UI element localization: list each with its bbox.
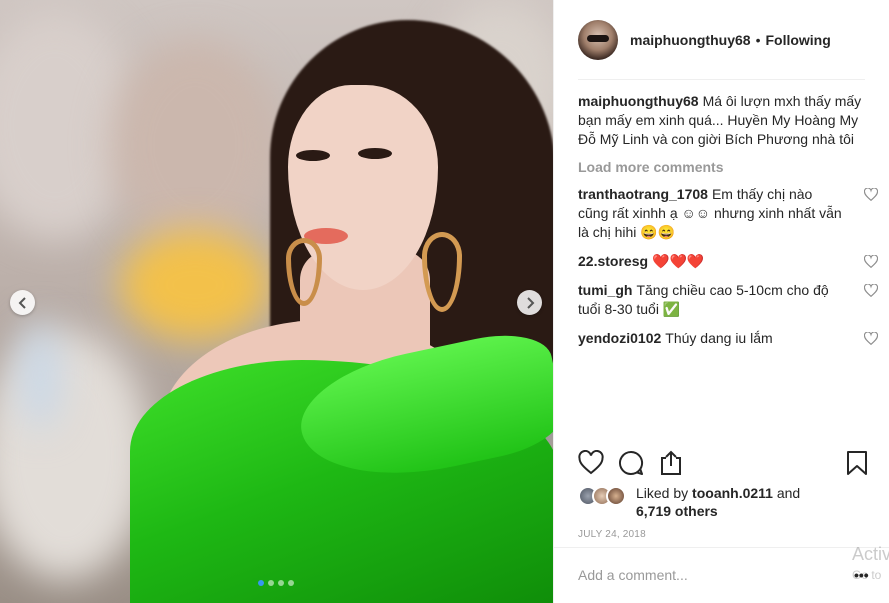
comments-list: maiphuongthuy68 Má ôi lượn mxh thấy mấy b… <box>578 92 878 348</box>
comment-username[interactable]: 22.storesg <box>578 253 648 269</box>
post-caption: maiphuongthuy68 Má ôi lượn mxh thấy mấy b… <box>578 92 868 149</box>
subject-eye <box>296 150 330 161</box>
previous-image-button[interactable] <box>10 290 35 315</box>
background-blur <box>110 40 280 250</box>
instagram-post: maiphuongthuy68 • Following maiphuongthu… <box>0 0 889 603</box>
divider <box>578 79 865 80</box>
heart-icon[interactable] <box>578 450 604 476</box>
likes-summary: Liked by tooanh.0211 and 6,719 others <box>578 484 868 520</box>
comment-username[interactable]: yendozi0102 <box>578 330 661 346</box>
background-blur <box>120 230 270 340</box>
chevron-right-icon <box>526 296 534 309</box>
liker-avatars <box>578 484 631 506</box>
caption-username[interactable]: maiphuongthuy68 <box>578 93 699 109</box>
more-options-button[interactable]: ••• <box>854 567 869 583</box>
likes-conj: and <box>776 485 801 501</box>
avatar[interactable] <box>578 20 618 60</box>
carousel-indicator <box>258 580 294 586</box>
background-bottle <box>20 320 60 430</box>
post-header: maiphuongthuy68 • Following <box>554 0 889 80</box>
next-image-button[interactable] <box>517 290 542 315</box>
carousel-dot <box>268 580 274 586</box>
carousel-dot <box>278 580 284 586</box>
carousel-dot <box>288 580 294 586</box>
post-sidebar: maiphuongthuy68 • Following maiphuongthu… <box>553 0 889 603</box>
heart-icon[interactable] <box>864 255 878 268</box>
comment-username[interactable]: tumi_gh <box>578 282 632 298</box>
add-comment-input[interactable]: Add a comment... <box>578 567 688 583</box>
share-icon[interactable] <box>658 450 684 476</box>
comment-item: tumi_gh Tăng chiều cao 5-10cm cho độ tuổi… <box>578 281 878 319</box>
activation-watermark: Activ <box>852 544 889 564</box>
carousel-dot <box>258 580 264 586</box>
comment-item: 22.storesg ❤️❤️❤️ <box>578 252 878 271</box>
heart-icon[interactable] <box>864 188 878 201</box>
comment-item: tranthaotrang_1708 Em thấy chị nào cũng r… <box>578 185 878 242</box>
subject-eye <box>358 148 392 159</box>
post-photo[interactable] <box>0 0 553 603</box>
comment-text: Thúy dang iu lắm <box>665 330 773 346</box>
liker-username[interactable]: tooanh.0211 <box>692 485 773 501</box>
action-bar <box>578 450 868 478</box>
likes-count[interactable]: 6,719 others <box>636 503 718 519</box>
header-username[interactable]: maiphuongthuy68 <box>630 32 751 48</box>
post-date[interactable]: JULY 24, 2018 <box>578 529 646 540</box>
heart-icon[interactable] <box>864 284 878 297</box>
comment-item: yendozi0102 Thúy dang iu lắm <box>578 329 878 348</box>
following-button[interactable]: Following <box>765 32 830 48</box>
speech-bubble-icon[interactable] <box>618 450 644 476</box>
comment-text: ❤️❤️❤️ <box>652 253 705 269</box>
comment-username[interactable]: tranthaotrang_1708 <box>578 186 708 202</box>
header-separator: • <box>755 32 761 48</box>
chevron-left-icon <box>18 296 26 309</box>
load-more-comments-button[interactable]: Load more comments <box>578 159 868 175</box>
likes-text: Liked by tooanh.0211 and 6,719 others <box>636 484 800 520</box>
bookmark-icon[interactable] <box>844 450 870 476</box>
liker-avatar[interactable] <box>606 486 626 506</box>
divider <box>554 547 889 548</box>
heart-icon[interactable] <box>864 332 878 345</box>
likes-prefix: Liked by <box>636 485 689 501</box>
